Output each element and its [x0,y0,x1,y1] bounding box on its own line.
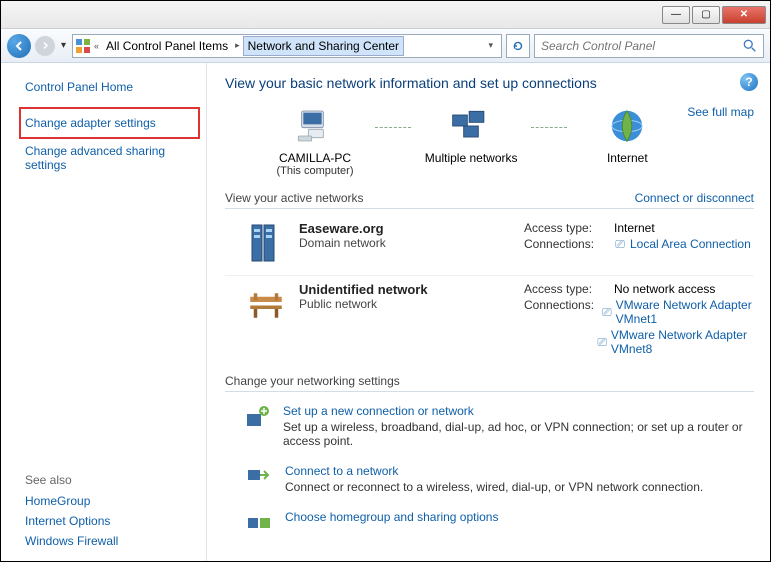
page-title: View your basic network information and … [225,75,754,91]
task-connect-network[interactable]: Connect to a network Connect or reconnec… [225,458,754,504]
maximize-button[interactable]: ▢ [692,6,720,24]
map-connector [375,127,411,128]
connect-network-icon [245,464,273,494]
navigation-bar: ▾ « All Control Panel Items ▸ Network an… [1,29,770,63]
see-full-map-link[interactable]: See full map [687,105,754,119]
globe-icon [567,105,687,147]
network-type: Public network [299,297,512,311]
access-type-label: Access type: [524,282,606,296]
network-name: Unidentified network [299,282,512,297]
nic-icon: ⎚ [597,335,607,349]
breadcrumb-network-sharing[interactable]: Network and Sharing Center [243,36,404,56]
network-name: Easeware.org [299,221,512,236]
change-adapter-settings-link[interactable]: Change adapter settings [25,113,192,133]
connections-label: Connections: [524,237,606,251]
back-button[interactable] [7,34,31,58]
left-tasks-pane: Control Panel Home Change adapter settin… [1,63,206,561]
address-bar[interactable]: « All Control Panel Items ▸ Network and … [72,34,502,58]
network-entry-domain: Easeware.org Domain network Access type:… [225,215,754,275]
help-icon[interactable]: ? [740,73,758,91]
breadcrumb-chevron-icon[interactable]: « [93,41,100,51]
connection-link-vmnet1[interactable]: ⎚VMware Network Adapter VMnet1 [602,298,754,326]
task-setup-connection[interactable]: Set up a new connection or network Set u… [225,398,754,458]
connection-link-vmnet8[interactable]: ⎚VMware Network Adapter VMnet8 [597,328,754,356]
close-button[interactable]: ✕ [722,6,766,24]
map-pc-sub: (This computer) [255,165,375,177]
map-pc-name: CAMILLA-PC [255,151,375,165]
map-this-computer: CAMILLA-PC (This computer) [255,105,375,177]
history-dropdown-icon[interactable]: ▾ [59,40,68,51]
content-area: Control Panel Home Change adapter settin… [1,63,770,561]
task-homegroup[interactable]: Choose homegroup and sharing options [225,504,754,546]
connect-disconnect-link[interactable]: Connect or disconnect [635,191,754,205]
search-icon[interactable] [743,39,757,53]
breadcrumb-chevron-icon[interactable]: ▸ [234,40,241,51]
access-type-value: Internet [614,221,655,235]
control-panel-icon [75,38,91,54]
map-networks: Multiple networks [411,105,531,165]
forward-button[interactable] [35,36,55,56]
highlight-box: Change adapter settings [19,107,200,139]
access-type-value: No network access [614,282,715,296]
nic-icon: ⎚ [614,237,626,251]
main-pane: ? View your basic network information an… [206,63,770,561]
task-setup-connection-link[interactable]: Set up a new connection or network [283,404,754,418]
task-connect-network-link[interactable]: Connect to a network [285,464,703,478]
minimize-button[interactable]: — [662,6,690,24]
homegroup-icon [245,510,273,536]
search-box[interactable] [534,34,764,58]
map-internet: Internet [567,105,687,165]
change-advanced-sharing-link[interactable]: Change advanced sharing settings [25,141,194,175]
breadcrumb-all-control-panel[interactable]: All Control Panel Items [102,37,232,55]
access-type-label: Access type: [524,221,606,235]
map-internet-label: Internet [567,151,687,165]
networks-icon [411,105,531,147]
connections-label: Connections: [524,298,594,326]
search-input[interactable] [541,39,743,53]
control-panel-home-link[interactable]: Control Panel Home [25,77,194,97]
window-titlebar: — ▢ ✕ [1,1,770,29]
address-dropdown-icon[interactable]: ▾ [482,40,499,51]
nic-icon: ⎚ [602,305,612,319]
see-also-label: See also [25,473,194,487]
domain-network-icon [245,221,287,265]
network-entry-public: Unidentified network Public network Acce… [225,275,754,368]
setup-connection-icon [245,404,271,448]
task-homegroup-link[interactable]: Choose homegroup and sharing options [285,510,498,524]
map-multi-label: Multiple networks [411,151,531,165]
network-map: CAMILLA-PC (This computer) Multiple netw… [225,101,754,185]
task-connect-network-desc: Connect or reconnect to a wireless, wire… [285,480,703,494]
refresh-button[interactable] [506,34,530,58]
connection-link-lan[interactable]: ⎚Local Area Connection [614,237,751,251]
computer-icon [255,105,375,147]
windows-firewall-link[interactable]: Windows Firewall [25,531,194,551]
active-networks-header: View your active networks Connect or dis… [225,185,754,209]
active-networks-label: View your active networks [225,191,364,205]
public-network-icon [245,282,287,358]
internet-options-link[interactable]: Internet Options [25,511,194,531]
network-type: Domain network [299,236,512,250]
networking-settings-header: Change your networking settings [225,368,754,392]
task-setup-connection-desc: Set up a wireless, broadband, dial-up, a… [283,420,754,448]
homegroup-link[interactable]: HomeGroup [25,491,194,511]
networking-settings-label: Change your networking settings [225,374,400,388]
map-connector [531,127,567,128]
